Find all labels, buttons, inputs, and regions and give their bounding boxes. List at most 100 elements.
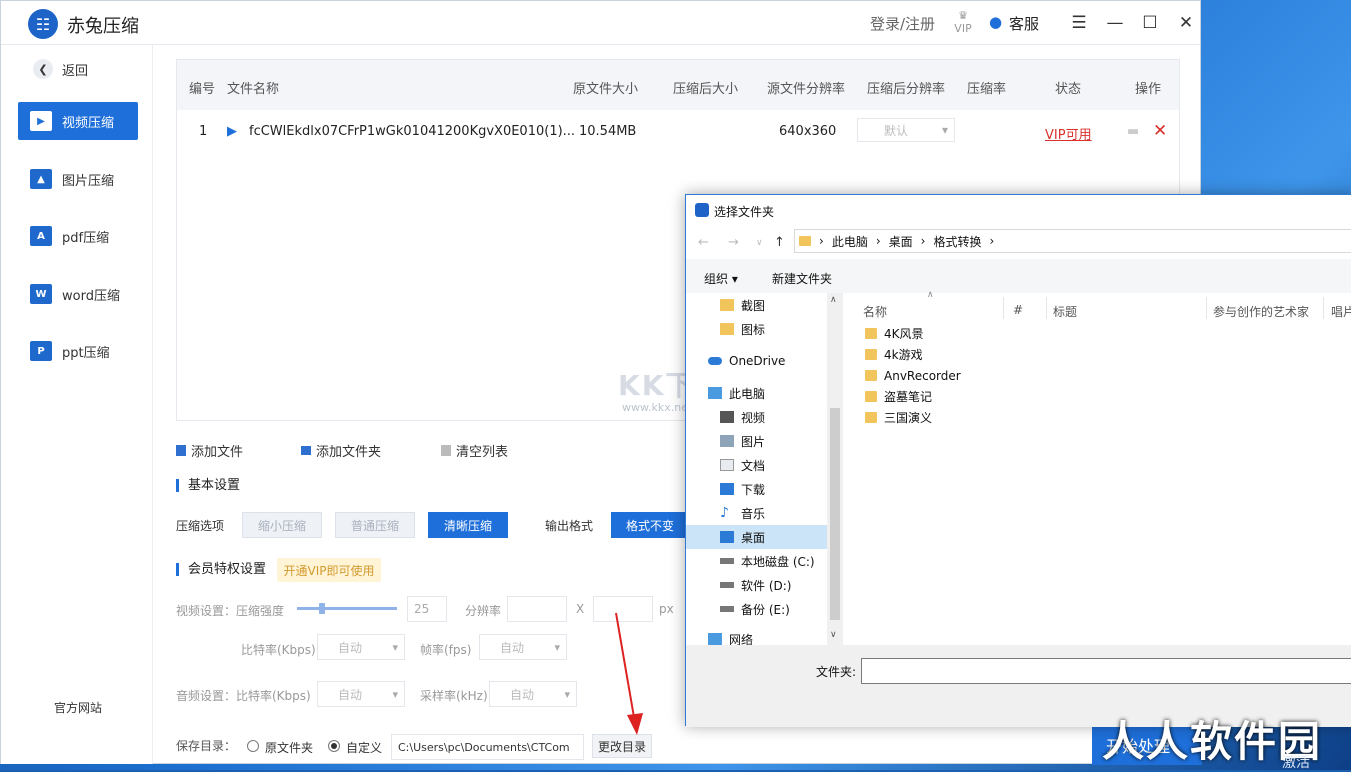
custom-folder-radio[interactable] — [328, 740, 340, 752]
sidebar-item-label: ppt压缩 — [62, 345, 110, 361]
tree-item[interactable]: ♪ 音乐 — [686, 501, 827, 525]
resolution-width-input[interactable] — [507, 596, 567, 622]
login-link[interactable]: 登录/注册 — [870, 13, 935, 34]
maximize-icon[interactable]: ☐ — [1138, 11, 1162, 35]
chevron-right-icon: › — [819, 234, 824, 248]
sidebar-item-video[interactable]: ▶ 视频压缩 — [18, 102, 138, 140]
sidebar-item-label: word压缩 — [62, 288, 120, 304]
fps-select[interactable]: 自动 — [479, 634, 567, 660]
up-arrow-icon[interactable]: ↑ — [774, 235, 785, 250]
sidebar-item-image[interactable]: ▲ 图片压缩 — [18, 160, 138, 198]
command-bar: 组织 ▾ 新建文件夹 — [686, 259, 1351, 293]
tree-item[interactable]: 图片 — [686, 429, 827, 453]
back-button[interactable]: ❮ 返回 — [33, 59, 88, 79]
col-title[interactable]: 标题 — [1053, 303, 1077, 320]
new-folder-button[interactable]: 新建文件夹 — [772, 270, 832, 287]
vip-badge[interactable]: 开通VIP即可使用 — [277, 558, 381, 582]
col-number[interactable]: # — [1013, 303, 1023, 317]
navigation-tree: 截图 图标 OneDrive 此电脑 视频 图片 文档 下载 ♪ 音乐 桌面 本地… — [686, 293, 843, 647]
sidebar-item-ppt[interactable]: P ppt压缩 — [18, 332, 138, 370]
chevron-left-icon: ❮ — [33, 59, 53, 79]
tree-item[interactable]: 图标 — [686, 317, 827, 341]
organize-menu[interactable]: 组织 ▾ — [704, 270, 738, 287]
tree-label: 图标 — [741, 322, 766, 337]
close-icon[interactable]: ✕ — [1174, 11, 1198, 35]
breadcrumb-item[interactable]: 格式转换 — [933, 233, 981, 250]
original-folder-radio[interactable] — [247, 740, 259, 752]
tree-item[interactable]: 下载 — [686, 477, 827, 501]
tree-item[interactable]: 本地磁盘 (C:) — [686, 549, 827, 573]
slider-knob[interactable] — [319, 603, 325, 614]
audio-settings-label: 音频设置：比特率(Kbps) — [176, 689, 311, 703]
back-arrow-icon[interactable]: ← — [698, 235, 709, 250]
tree-label: 截图 — [741, 298, 766, 313]
tree-item[interactable]: 截图 — [686, 293, 827, 317]
add-file-button[interactable]: 添加文件 — [176, 441, 243, 460]
video-folder-icon — [720, 411, 734, 423]
drive-icon — [720, 606, 734, 612]
add-folder-button[interactable]: 添加文件夹 — [301, 441, 381, 460]
menu-icon[interactable]: ☰ — [1067, 11, 1091, 35]
folder-icon — [865, 349, 877, 360]
address-bar[interactable]: › 此电脑 › 桌面 › 格式转换 › — [794, 229, 1351, 253]
service-link[interactable]: 客服 — [1009, 13, 1039, 34]
row-size: 10.54MB — [579, 124, 637, 139]
tree-item[interactable]: 文档 — [686, 453, 827, 477]
list-item[interactable]: 三国演义 — [865, 407, 932, 428]
list-item[interactable]: 4K风景 — [865, 323, 924, 344]
clear-list-button[interactable]: 清空列表 — [441, 441, 508, 460]
tree-item[interactable]: OneDrive — [686, 349, 827, 373]
breadcrumb-item[interactable]: 此电脑 — [832, 233, 868, 250]
sidebar-item-word[interactable]: W word压缩 — [18, 275, 138, 313]
select-folder-dialog: 选择文件夹 ← → ∨ ↑ › 此电脑 › 桌面 › 格式转换 › 组织 ▾ 新… — [685, 194, 1351, 727]
tree-item[interactable]: 视频 — [686, 405, 827, 429]
target-resolution-select[interactable]: 默认 — [857, 118, 955, 142]
strength-input[interactable]: 25 — [407, 596, 447, 622]
row-status-vip[interactable]: VIP可用 — [1045, 124, 1092, 143]
folder-icon — [720, 323, 734, 335]
activate-watermark: 激活 — [1282, 755, 1310, 771]
bitrate-label: 比特率(Kbps) — [241, 643, 316, 657]
audio-bitrate-select[interactable]: 自动 — [317, 681, 405, 707]
bitrate-select[interactable]: 自动 — [317, 634, 405, 660]
col-name[interactable]: 名称 — [863, 303, 887, 320]
tree-item-selected[interactable]: 桌面 — [686, 525, 827, 549]
folder-name-input[interactable] — [861, 658, 1351, 684]
normal-compress-button[interactable]: 普通压缩 — [335, 512, 415, 538]
vip-crown-icon[interactable]: ♛ VIP — [951, 9, 975, 35]
save-path-input[interactable]: C:\Users\pc\Documents\CTCom — [391, 734, 584, 760]
shrink-compress-button[interactable]: 缩小压缩 — [242, 512, 322, 538]
tree-item[interactable]: 此电脑 — [686, 381, 827, 405]
scroll-up-icon[interactable]: ∧ — [830, 295, 837, 305]
tree-scrollbar[interactable]: ∧ ∨ — [827, 293, 843, 645]
pdf-icon: A — [30, 226, 52, 246]
scroll-down-icon[interactable]: ∨ — [830, 630, 837, 640]
breadcrumb-item[interactable]: 桌面 — [889, 233, 913, 250]
strength-slider[interactable] — [297, 603, 397, 614]
tree-item[interactable]: 软件 (D:) — [686, 573, 827, 597]
list-item[interactable]: 4k游戏 — [865, 344, 923, 365]
file-name: 三国演义 — [884, 411, 933, 425]
delete-icon[interactable]: ✕ — [1153, 121, 1167, 141]
sidebar-item-pdf[interactable]: A pdf压缩 — [18, 217, 138, 255]
col-artist[interactable]: 参与创作的艺术家 — [1213, 303, 1309, 320]
trash-icon — [441, 445, 451, 456]
original-folder-label: 原文件夹 — [265, 741, 314, 755]
list-item[interactable]: AnvRecorder — [865, 365, 961, 386]
col-album[interactable]: 唱片 — [1331, 303, 1351, 320]
service-icon[interactable]: ● — [989, 13, 1002, 31]
history-dropdown-icon[interactable]: ∨ — [756, 238, 763, 248]
tree-item[interactable]: 备份 (E:) — [686, 597, 827, 621]
official-site-link[interactable]: 官方网站 — [54, 699, 102, 716]
list-item[interactable]: 盗墓笔记 — [865, 386, 932, 407]
output-format-button[interactable]: 格式不变 — [611, 512, 689, 538]
scrollbar-thumb[interactable] — [830, 408, 840, 620]
folder-icon[interactable]: ▬ — [1127, 124, 1139, 139]
minimize-icon[interactable]: — — [1103, 11, 1127, 35]
forward-arrow-icon[interactable]: → — [728, 235, 739, 250]
clear-compress-button[interactable]: 清晰压缩 — [428, 512, 508, 538]
samplerate-select[interactable]: 自动 — [489, 681, 577, 707]
sidebar-item-label: 视频压缩 — [62, 115, 115, 131]
back-label: 返回 — [62, 63, 89, 79]
resolution-label: 分辨率 — [465, 604, 502, 618]
